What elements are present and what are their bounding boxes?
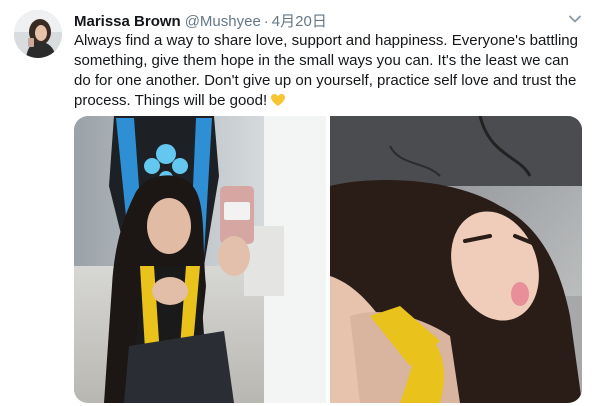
- tweet-date[interactable]: 4月20日: [272, 10, 327, 31]
- media-photo-1[interactable]: [74, 116, 326, 403]
- avatar[interactable]: [14, 10, 62, 58]
- author-handle[interactable]: @Mushyee: [185, 13, 261, 30]
- tweet-body: Always find a way to share love, support…: [74, 32, 578, 109]
- tweet-media: [74, 116, 582, 403]
- avatar-image: [14, 10, 62, 58]
- author-name[interactable]: Marissa Brown: [74, 13, 181, 30]
- separator: ·: [263, 13, 269, 30]
- tweet-header: Marissa Brown @Mushyee · 4月20日: [74, 10, 327, 30]
- tweet-card[interactable]: Marissa Brown @Mushyee · 4月20日 Always fi…: [0, 0, 599, 406]
- tweet-text: Always find a way to share love, support…: [74, 31, 584, 111]
- yellow-heart-icon: [270, 93, 286, 107]
- chevron-down-icon[interactable]: [567, 12, 583, 26]
- media-photo-2[interactable]: [330, 116, 582, 403]
